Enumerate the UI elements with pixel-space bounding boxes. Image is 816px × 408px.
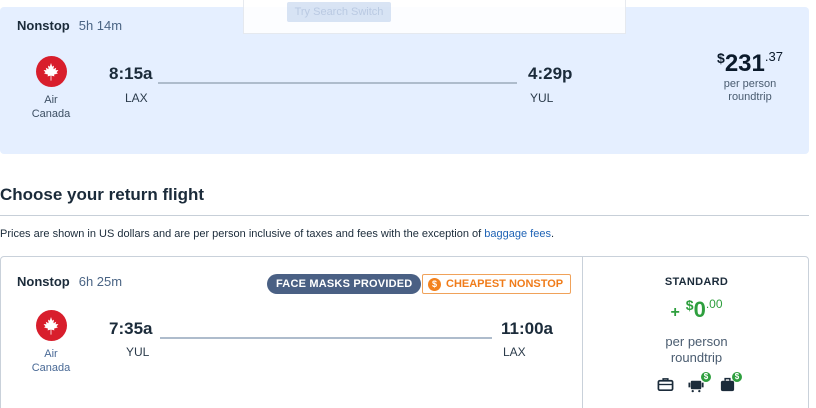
notice-end: . [550, 228, 555, 240]
arrive-airport-code: YUL [530, 91, 554, 105]
baggage-fees-link[interactable]: baggage fees [484, 228, 551, 240]
fare-price: + $0.00 [583, 297, 810, 323]
price-roundtrip: roundtrip [728, 91, 772, 103]
airline-name: Air Canada [31, 348, 71, 374]
face-masks-badge: FACE MASKS PROVIDED [267, 274, 422, 294]
air-canada-logo-icon [35, 56, 67, 87]
price-notice: Prices are shown in US dollars and are p… [0, 228, 554, 240]
depart-time: 8:15a [109, 64, 153, 83]
price-whole: 231 [724, 50, 765, 77]
partial-popup: Try Search Switch [243, 0, 626, 34]
air-canada-logo-icon [35, 310, 67, 341]
flight-header: Nonstop 5h 14m [17, 18, 122, 33]
duration-label: 5h 14m [78, 18, 123, 33]
fare-line2: roundtrip [670, 350, 723, 365]
stops-label: Nonstop [17, 18, 70, 33]
popup-button[interactable]: Try Search Switch [287, 2, 391, 22]
route-line [160, 337, 492, 339]
section-divider [0, 215, 809, 216]
baggage-amenities: $ $ [657, 372, 742, 394]
return-flight-card[interactable]: Nonstop 6h 25m FACE MASKS PROVIDED $ CHE… [0, 256, 809, 408]
arrive-time: 11:00a [501, 319, 553, 338]
price-per-person: per person [723, 78, 777, 90]
airline-name: Air Canada [31, 94, 71, 120]
price-currency: $ [717, 50, 725, 66]
arrive-time: 4:29p [528, 64, 573, 83]
depart-airport-code: LAX [125, 91, 148, 105]
price-cents: .37 [764, 49, 783, 64]
fee-dollar-icon: $ [732, 372, 742, 382]
outbound-price: $231.37 per person roundtrip [700, 49, 800, 104]
fare-currency: $ [685, 297, 694, 313]
depart-airport-code: YUL [126, 345, 150, 359]
arrive-airport-code: LAX [503, 345, 526, 359]
notice-text: Prices are shown in US dollars and are p… [0, 228, 482, 240]
stops-label: Nonstop [17, 274, 70, 289]
flight-header: Nonstop 6h 25m [17, 274, 122, 289]
airline-block: Air Canada [27, 56, 75, 121]
section-title: Choose your return flight [0, 185, 204, 204]
fee-dollar-icon: $ [701, 372, 711, 382]
checked-bag-icon[interactable]: $ [719, 372, 742, 394]
carry-on-icon[interactable]: $ [688, 372, 711, 394]
personal-item-icon[interactable] [657, 374, 677, 394]
fare-line1: per person [665, 334, 728, 349]
cheapest-nonstop-badge: $ CHEAPEST NONSTOP [422, 274, 572, 294]
route-line [158, 82, 517, 84]
cheapest-label: CHEAPEST NONSTOP [446, 278, 564, 290]
fare-whole: 0 [693, 297, 706, 322]
fare-cents: .00 [705, 297, 723, 311]
coin-icon: $ [428, 277, 441, 291]
airline-block: Air Canada [27, 310, 75, 375]
fare-plus: + [670, 304, 680, 321]
price-amount: $231.37 [700, 49, 800, 78]
fare-name: STANDARD [664, 276, 729, 288]
depart-time: 7:35a [109, 319, 153, 338]
duration-label: 6h 25m [78, 274, 123, 289]
fare-option-standard[interactable]: STANDARD + $0.00 per person roundtrip $ $ [582, 257, 809, 408]
fare-per-person: per person roundtrip [583, 334, 810, 366]
